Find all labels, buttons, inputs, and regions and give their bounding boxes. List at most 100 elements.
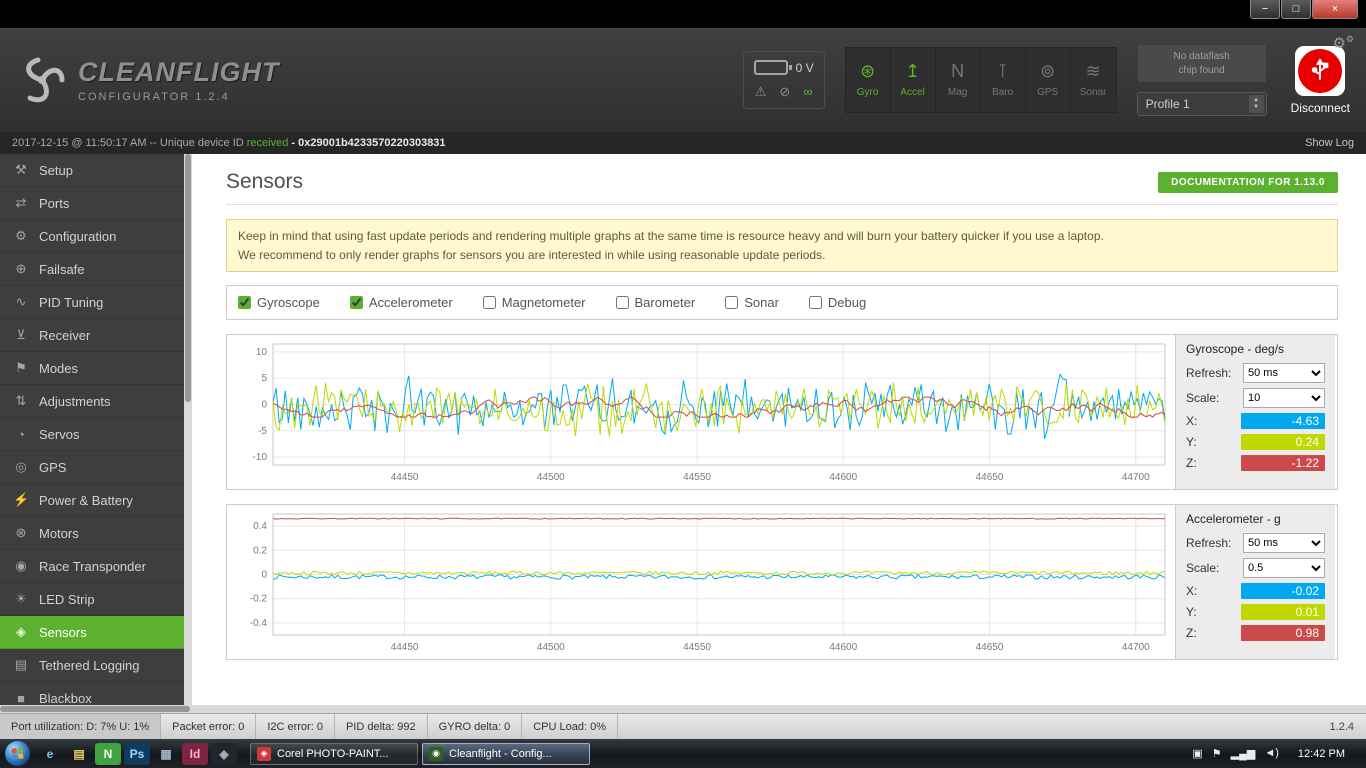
- refresh-label: Refresh:: [1186, 536, 1231, 550]
- settings-gear-icon[interactable]: ⚙⚙: [1332, 34, 1354, 52]
- vertical-scrollbar-thumb[interactable]: [185, 154, 191, 402]
- svg-text:10: 10: [256, 347, 268, 358]
- sidebar-item-servos[interactable]: ◔ Servos: [0, 418, 184, 451]
- disconnect-button[interactable]: Disconnect: [1291, 46, 1350, 115]
- sidebar-item-adjustments[interactable]: ⇅ Adjustments: [0, 385, 184, 418]
- sensor-indicator-icon: ⊛: [860, 62, 875, 80]
- sidebar-item-receiver[interactable]: ⊻ Receiver: [0, 319, 184, 352]
- horizontal-scrollbar[interactable]: [0, 705, 1366, 713]
- close-button[interactable]: ×: [1312, 0, 1358, 19]
- cleanflight-logo: CLEANFLIGHT CONFIGURATOR 1.2.4: [16, 54, 279, 106]
- printer-icon[interactable]: ▦: [153, 743, 179, 765]
- windows-taskbar: e▤NPs▦Id◈ ◈ Corel PHOTO-PAINT... ◉ Clean…: [0, 739, 1366, 768]
- vertical-scrollbar[interactable]: [184, 154, 192, 705]
- start-button[interactable]: [5, 741, 30, 766]
- svg-text:-0.4: -0.4: [250, 618, 268, 629]
- notes-app-icon[interactable]: N: [95, 743, 121, 765]
- sidebar-item-icon: ⇅: [13, 393, 29, 409]
- show-log-link[interactable]: Show Log: [1305, 137, 1354, 149]
- accelerometer-graph-box: 4445044500445504460044650447000.40.20-0.…: [226, 504, 1338, 660]
- sensor-checkbox-input[interactable]: [809, 296, 822, 309]
- sidebar-item-modes[interactable]: ⚑ Modes: [0, 352, 184, 385]
- sidebar-item-ports[interactable]: ⇄ Ports: [0, 187, 184, 220]
- propeller-logo-icon: [16, 54, 68, 106]
- svg-text:44500: 44500: [537, 642, 565, 653]
- sidebar-item-icon: ⊻: [13, 327, 29, 343]
- sidebar-item-blackbox[interactable]: ■ Blackbox: [0, 682, 184, 705]
- indesign-icon[interactable]: Id: [182, 743, 208, 765]
- internet-explorer-icon[interactable]: e: [37, 743, 63, 765]
- sidebar-item-failsafe[interactable]: ⊕ Failsafe: [0, 253, 184, 286]
- horizontal-scrollbar-thumb[interactable]: [0, 706, 190, 712]
- titlebar[interactable]: − □ ×: [0, 0, 1366, 28]
- documentation-button[interactable]: DOCUMENTATION FOR 1.13.0: [1158, 172, 1338, 193]
- svg-text:-5: -5: [258, 426, 267, 437]
- sidebar-item-power-battery[interactable]: ⚡ Power & Battery: [0, 484, 184, 517]
- sensor-checkbox-input[interactable]: [616, 296, 629, 309]
- status-segment: I2C error: 0: [256, 714, 335, 739]
- sidebar-item-configuration[interactable]: ⚙ Configuration: [0, 220, 184, 253]
- log-message: 2017-12-15 @ 11:50:17 AM -- Unique devic…: [12, 137, 446, 149]
- battery-status-icons: ⚠⊘∞: [755, 84, 813, 100]
- sidebar-item-motors[interactable]: ⊗ Motors: [0, 517, 184, 550]
- show-desktop-icon[interactable]: ▣: [1192, 747, 1202, 760]
- svg-text:0: 0: [261, 570, 267, 581]
- action-center-flag-icon[interactable]: ⚑: [1212, 747, 1222, 760]
- taskbar-window-corel[interactable]: ◈ Corel PHOTO-PAINT...: [250, 743, 418, 765]
- sidebar-item-race-transponder[interactable]: ◉ Race Transponder: [0, 550, 184, 583]
- taskbar-clock[interactable]: 12:42 PM: [1288, 748, 1355, 760]
- checkbox-debug[interactable]: Debug: [809, 295, 866, 310]
- status-segment: CPU Load: 0%: [522, 714, 618, 739]
- media-player-icon[interactable]: ◈: [211, 743, 237, 765]
- sidebar-item-pid-tuning[interactable]: ∿ PID Tuning: [0, 286, 184, 319]
- svg-text:44650: 44650: [976, 642, 1004, 653]
- sidebar-item-sensors[interactable]: ◈ Sensors: [0, 616, 184, 649]
- sensor-checkbox-input[interactable]: [238, 296, 251, 309]
- sidebar-item-icon: ⊗: [13, 525, 29, 541]
- battery-voltage: 0 V: [796, 61, 814, 75]
- checkbox-gyroscope[interactable]: Gyroscope: [238, 295, 320, 310]
- sidebar-item-icon: ⇄: [13, 195, 29, 211]
- sidebar-item-led-strip[interactable]: ☀ LED Strip: [0, 583, 184, 616]
- sidebar-item-gps[interactable]: ◎ GPS: [0, 451, 184, 484]
- taskbar-window-icon: ◈: [257, 747, 271, 761]
- checkbox-barometer[interactable]: Barometer: [616, 295, 696, 310]
- sidebar-item-tethered-logging[interactable]: ▤ Tethered Logging: [0, 649, 184, 682]
- volume-icon[interactable]: ◄): [1264, 747, 1279, 760]
- sensor-checkbox-input[interactable]: [350, 296, 363, 309]
- folder-icon[interactable]: ▤: [66, 743, 92, 765]
- sidebar-item-icon: ⊕: [13, 261, 29, 277]
- maximize-button[interactable]: □: [1281, 0, 1311, 19]
- divider: [226, 204, 1338, 205]
- photoshop-icon[interactable]: Ps: [124, 743, 150, 765]
- gyro-scale-select[interactable]: 10: [1243, 388, 1325, 408]
- sensor-checkbox-input[interactable]: [483, 296, 496, 309]
- checkbox-sonar[interactable]: Sonar: [725, 295, 779, 310]
- axis-x-label: X:: [1186, 584, 1197, 598]
- profile-select[interactable]: Profile 1: [1138, 97, 1266, 111]
- warning-icon: ⚠: [755, 84, 767, 100]
- sensor-indicator-gps: ⊚ GPS: [1026, 48, 1071, 112]
- sidebar-item-icon: ■: [13, 691, 29, 706]
- sidebar-item-setup[interactable]: ⚒ Setup: [0, 154, 184, 187]
- accel-refresh-select[interactable]: 50 ms: [1243, 533, 1325, 553]
- sensor-checkbox-input[interactable]: [725, 296, 738, 309]
- checkbox-magnetometer[interactable]: Magnetometer: [483, 295, 586, 310]
- network-icon[interactable]: ▂▄▆: [1231, 747, 1256, 760]
- scale-label: Scale:: [1186, 561, 1219, 575]
- accel-z-value: 0.98: [1241, 625, 1325, 641]
- taskbar-window-cleanflight[interactable]: ◉ Cleanflight - Config...: [422, 743, 590, 765]
- gyro-y-value: 0.24: [1241, 434, 1325, 450]
- status-segments: Port utilization: D: 7% U: 1%Packet erro…: [0, 714, 618, 739]
- checkbox-accelerometer[interactable]: Accelerometer: [350, 295, 453, 310]
- sensor-indicator-strip: ⊛ Gyro ↥ Accel N Mag ⊺ Baro ⊚ GPS ≋ Sona…: [845, 47, 1117, 113]
- windows-flag-icon: [11, 747, 23, 759]
- link-icon: ∞: [803, 84, 812, 100]
- battery-icon: [754, 60, 788, 75]
- svg-text:44500: 44500: [537, 472, 565, 483]
- axis-z-label: Z:: [1186, 456, 1197, 470]
- minimize-button[interactable]: −: [1250, 0, 1280, 19]
- accel-scale-select[interactable]: 0.5: [1243, 558, 1325, 578]
- main-content: Sensors DOCUMENTATION FOR 1.13.0 Keep in…: [192, 154, 1366, 705]
- gyro-refresh-select[interactable]: 50 ms: [1243, 363, 1325, 383]
